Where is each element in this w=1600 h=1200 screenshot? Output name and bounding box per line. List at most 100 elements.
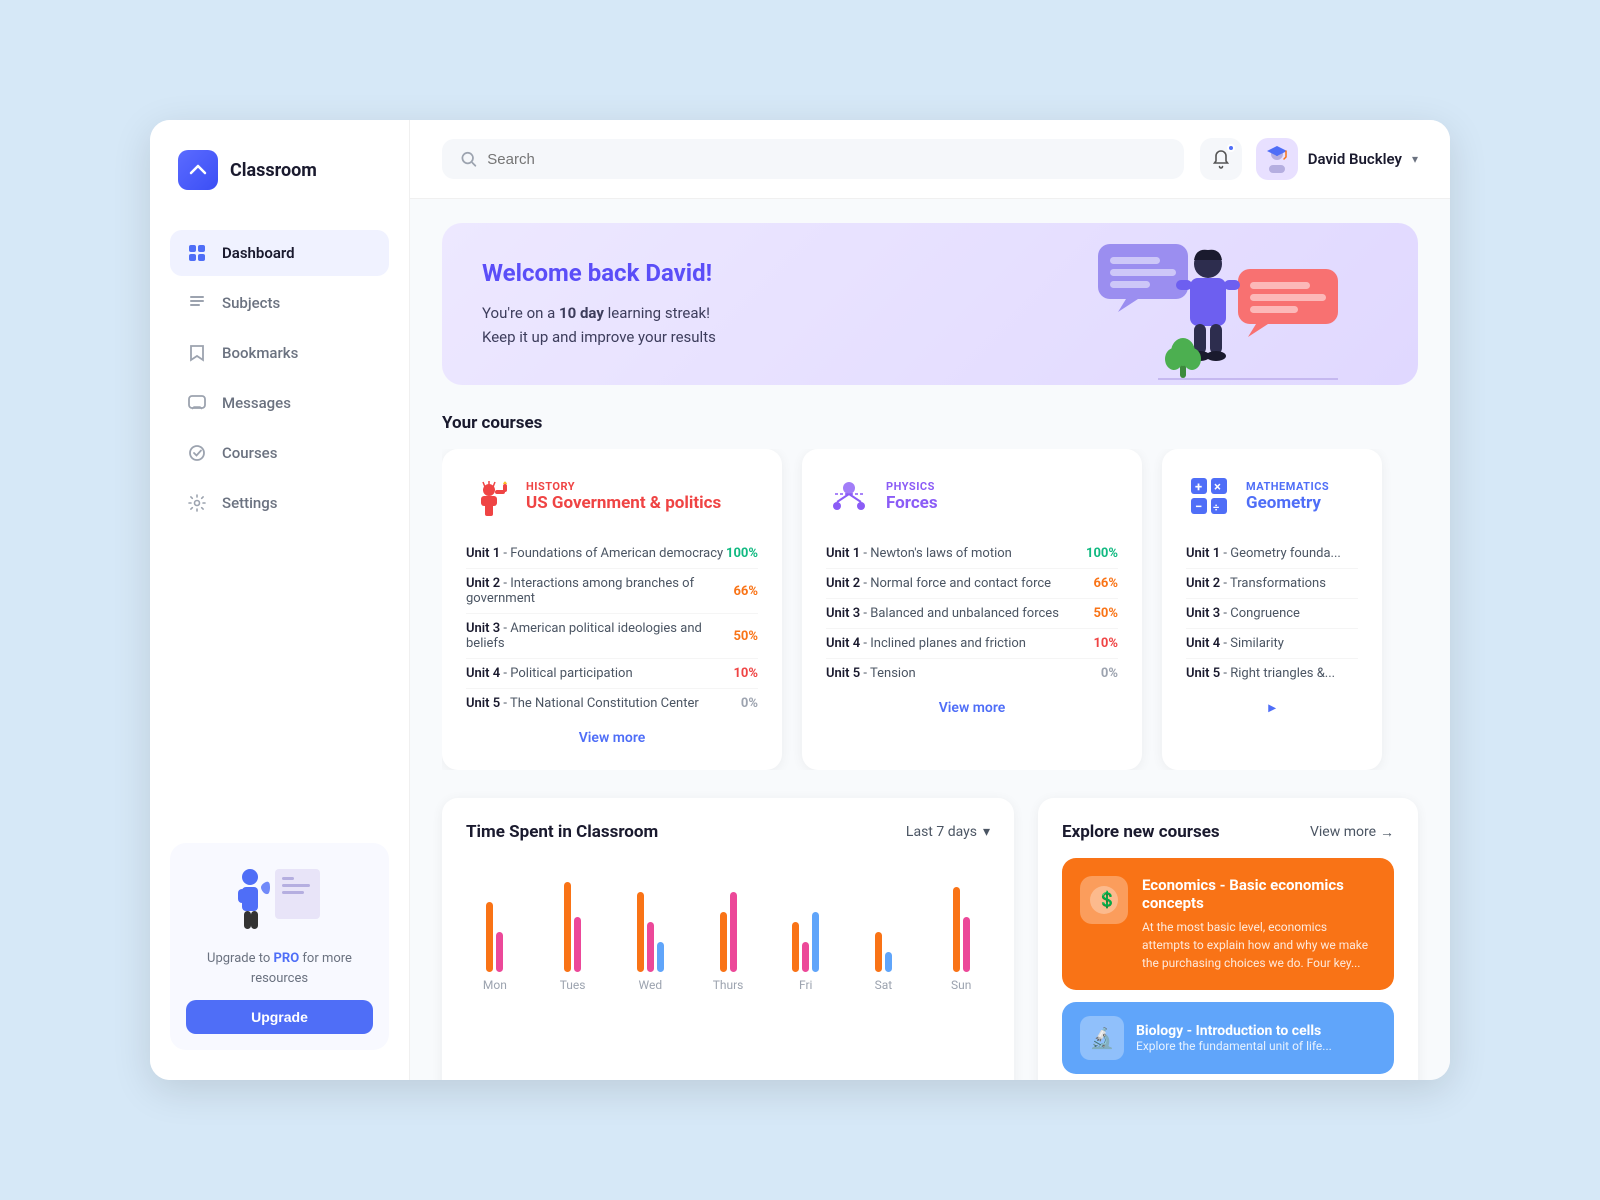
time-spent-card: Time Spent in Classroom Last 7 days ▾ — [442, 798, 1014, 1080]
unit-item: Unit 4 - Political participation 10% — [466, 659, 758, 689]
unit-item: Unit 3 - Congruence — [1186, 599, 1358, 629]
physics-unit-list: Unit 1 - Newton's laws of motion 100% Un… — [826, 539, 1118, 688]
explore-title: Explore new courses — [1062, 822, 1220, 842]
physics-course-icon — [826, 473, 872, 519]
messages-label: Messages — [222, 394, 291, 412]
explore-course-name: Economics - Basic economics concepts — [1142, 876, 1376, 912]
unit-item: Unit 5 - Tension 0% — [826, 659, 1118, 688]
unit-item: Unit 2 - Transformations — [1186, 569, 1358, 599]
svg-text:−: − — [1195, 500, 1202, 515]
time-period-selector[interactable]: Last 7 days ▾ — [906, 824, 990, 840]
user-avatar — [1256, 138, 1298, 180]
economics-course-icon: 💲 — [1080, 876, 1128, 924]
unit-item: Unit 5 - Right triangles &... — [1186, 659, 1358, 688]
svg-text:💲: 💲 — [1097, 890, 1117, 909]
bar — [657, 942, 664, 972]
course-card-history: HISTORY US Government & politics Unit 1 … — [442, 449, 782, 770]
header: David Buckley ▾ — [410, 120, 1450, 199]
svg-text:+: + — [1195, 480, 1202, 495]
header-actions: David Buckley ▾ — [1200, 138, 1418, 180]
user-menu[interactable]: David Buckley ▾ — [1256, 138, 1418, 180]
math-course-icon: + × − ÷ — [1186, 473, 1232, 519]
math-subject: MATHEMATICS — [1246, 480, 1358, 493]
notification-badge — [1227, 144, 1235, 152]
bottom-row: Time Spent in Classroom Last 7 days ▾ — [442, 798, 1418, 1080]
bar — [802, 942, 809, 972]
chart-col-sat: Sat — [855, 872, 913, 992]
course-header-math: + × − ÷ MATHEMATICS Geometry — [1186, 473, 1358, 519]
search-bar[interactable] — [442, 139, 1184, 179]
math-view-more[interactable]: ▸ — [1186, 700, 1358, 716]
search-icon — [460, 150, 477, 168]
unit-item: Unit 2 - Normal force and contact force … — [826, 569, 1118, 599]
courses-row: HISTORY US Government & politics Unit 1 … — [442, 449, 1418, 770]
subjects-icon — [186, 292, 208, 314]
unit-item: Unit 3 - American political ideologies a… — [466, 614, 758, 659]
welcome-text: Welcome back David! You're on a 10 day l… — [482, 259, 716, 349]
bell-icon — [1211, 149, 1231, 169]
user-name: David Buckley — [1308, 150, 1402, 168]
bar — [885, 952, 892, 972]
welcome-title: Welcome back David! — [482, 259, 716, 287]
history-course-meta: HISTORY US Government & politics — [526, 480, 758, 513]
settings-label: Settings — [222, 494, 278, 512]
explore-course-desc: At the most basic level, economics attem… — [1142, 918, 1376, 972]
bar — [564, 882, 571, 972]
unit-item: Unit 1 - Geometry founda... — [1186, 539, 1358, 569]
physics-subject: PHYSICS — [886, 480, 1118, 493]
banner-illustration — [1038, 223, 1358, 385]
bar — [637, 892, 644, 972]
chart-col-tues: Tues — [544, 872, 602, 992]
scroll-area: Welcome back David! You're on a 10 day l… — [410, 199, 1450, 1080]
upgrade-button[interactable]: Upgrade — [186, 1000, 373, 1034]
math-name: Geometry — [1246, 493, 1358, 513]
svg-text:÷: ÷ — [1213, 501, 1219, 514]
explore-course-item[interactable]: 💲 Economics - Basic economics concepts A… — [1062, 858, 1394, 990]
courses-section-title: Your courses — [442, 413, 1418, 433]
bookmarks-label: Bookmarks — [222, 344, 298, 362]
explore-header: Explore new courses View more → — [1062, 822, 1394, 842]
time-card-header: Time Spent in Classroom Last 7 days ▾ — [466, 822, 990, 842]
chart-col-fri: Fri — [777, 872, 835, 992]
sidebar-item-courses[interactable]: Courses — [170, 430, 389, 476]
unit-item: Unit 1 - Newton's laws of motion 100% — [826, 539, 1118, 569]
history-unit-list: Unit 1 - Foundations of American democra… — [466, 539, 758, 718]
course-header-physics: PHYSICS Forces — [826, 473, 1118, 519]
next-course-info: Biology - Introduction to cells Explore … — [1136, 1023, 1332, 1053]
physics-view-more[interactable]: View more — [826, 700, 1118, 716]
notification-button[interactable] — [1200, 138, 1242, 180]
history-name: US Government & politics — [526, 493, 758, 513]
sidebar-item-subjects[interactable]: Subjects — [170, 280, 389, 326]
app-container: Classroom Dashboard — [150, 120, 1450, 1080]
chart-col-thurs: Thurs — [699, 872, 757, 992]
bookmarks-icon — [186, 342, 208, 364]
sidebar-item-messages[interactable]: Messages — [170, 380, 389, 426]
next-course-name: Biology - Introduction to cells — [1136, 1023, 1332, 1039]
dashboard-label: Dashboard — [222, 244, 295, 262]
history-view-more[interactable]: View more — [466, 730, 758, 746]
course-header-history: HISTORY US Government & politics — [466, 473, 758, 519]
explore-next-item[interactable]: 🔬 Biology - Introduction to cells Explor… — [1062, 1002, 1394, 1074]
chart-col-mon: Mon — [466, 872, 524, 992]
bar — [486, 902, 493, 972]
search-input[interactable] — [487, 151, 1165, 168]
svg-text:×: × — [1214, 480, 1221, 495]
settings-icon — [186, 492, 208, 514]
sidebar-item-bookmarks[interactable]: Bookmarks — [170, 330, 389, 376]
sidebar-item-dashboard[interactable]: Dashboard — [170, 230, 389, 276]
upgrade-description: Upgrade to PRO for more resources — [186, 949, 373, 988]
explore-card: Explore new courses View more → 💲 — [1038, 798, 1418, 1080]
bar — [574, 917, 581, 972]
next-course-icon: 🔬 — [1080, 1016, 1124, 1060]
unit-item: Unit 2 - Interactions among branches of … — [466, 569, 758, 614]
courses-label: Courses — [222, 444, 277, 462]
next-course-desc: Explore the fundamental unit of life... — [1136, 1039, 1332, 1053]
courses-icon — [186, 442, 208, 464]
bar — [647, 922, 654, 972]
upgrade-illustration — [186, 859, 373, 939]
sidebar-item-settings[interactable]: Settings — [170, 480, 389, 526]
unit-item: Unit 5 - The National Constitution Cente… — [466, 689, 758, 718]
bar — [792, 922, 799, 972]
explore-view-more[interactable]: View more → — [1310, 824, 1394, 841]
bar — [720, 912, 727, 972]
